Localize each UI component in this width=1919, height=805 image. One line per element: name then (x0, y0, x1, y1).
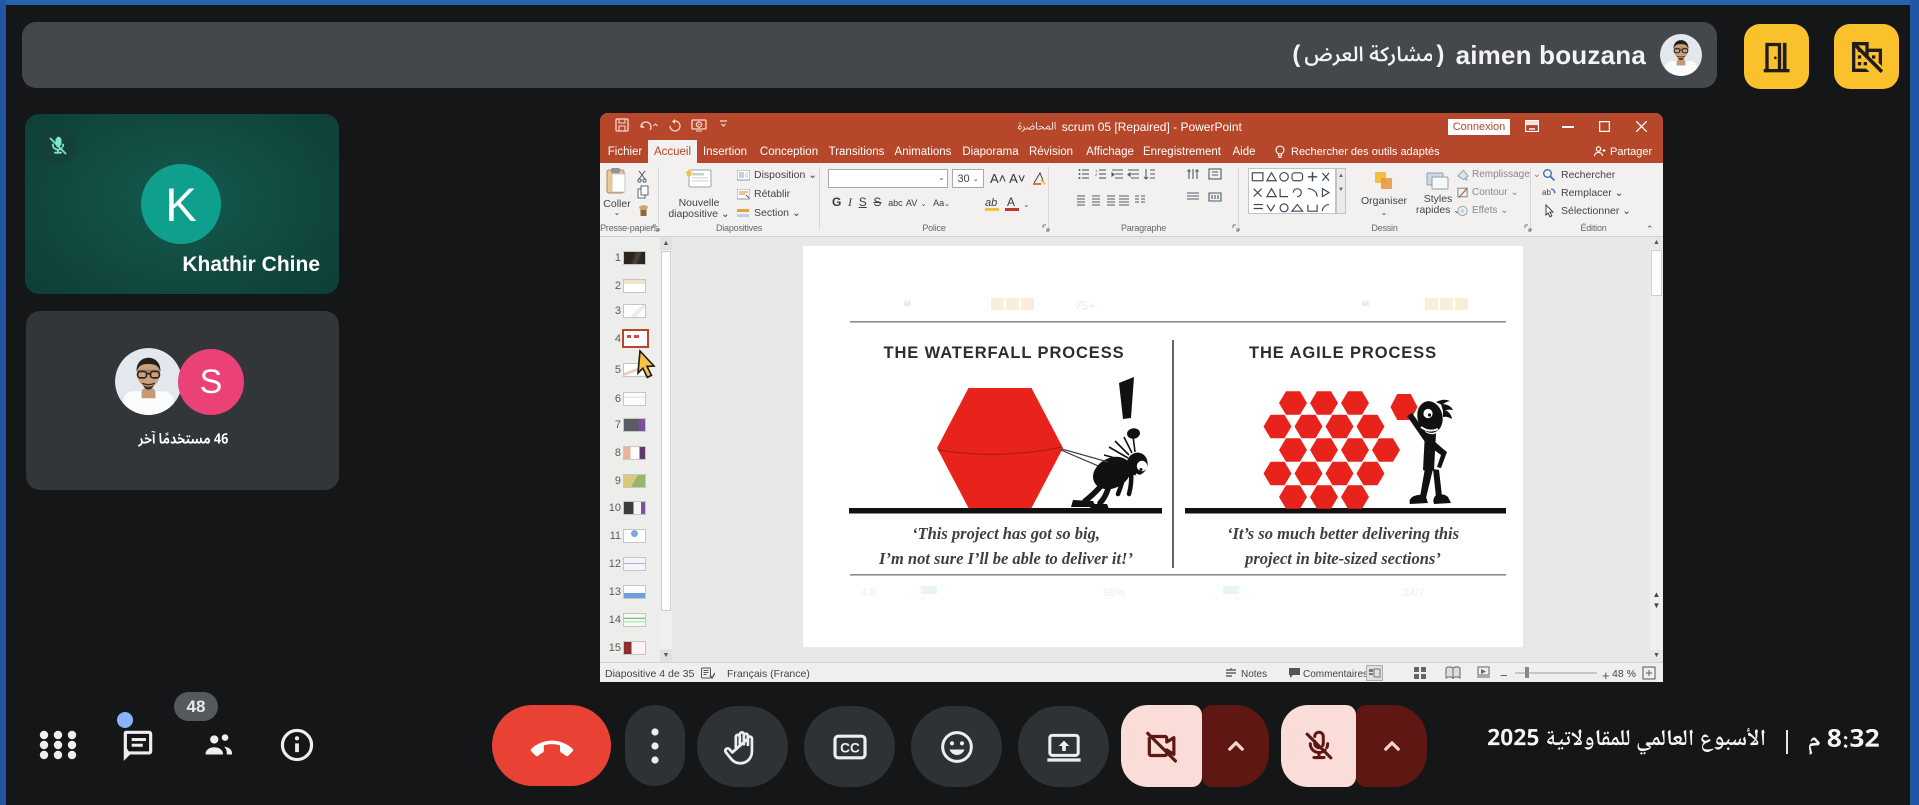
svg-text:ab: ab (1542, 188, 1551, 197)
svg-text:75+: 75+ (1075, 299, 1095, 313)
svg-text:‘This project has got so big,: ‘This project has got so big, (912, 524, 1100, 543)
svg-text:THE AGILE PROCESS: THE AGILE PROCESS (1249, 344, 1437, 362)
svg-text:I’m not sure I’ll be able to d: I’m not sure I’ll be able to deliver it!… (878, 549, 1133, 568)
svg-text:2: 2 (1095, 172, 1098, 177)
svg-text:⌄: ⌄ (1023, 200, 1030, 209)
svg-text:❝: ❝ (903, 299, 912, 316)
svg-text:98%: 98% (1103, 587, 1125, 599)
svg-text:24/7: 24/7 (1403, 587, 1424, 599)
svg-text:CC: CC (840, 740, 860, 755)
svg-text:❝: ❝ (1361, 299, 1370, 316)
svg-text:project in bite-sized sections: project in bite-sized sections’ (1243, 549, 1441, 568)
svg-text:‘It’s so much better deliverin: ‘It’s so much better delivering this (1227, 524, 1459, 543)
svg-text:THE WATERFALL PROCESS: THE WATERFALL PROCESS (883, 344, 1124, 362)
svg-text:4.8: 4.8 (861, 587, 876, 599)
svg-text:ab: ab (985, 197, 997, 209)
svg-text:A: A (1007, 196, 1015, 209)
